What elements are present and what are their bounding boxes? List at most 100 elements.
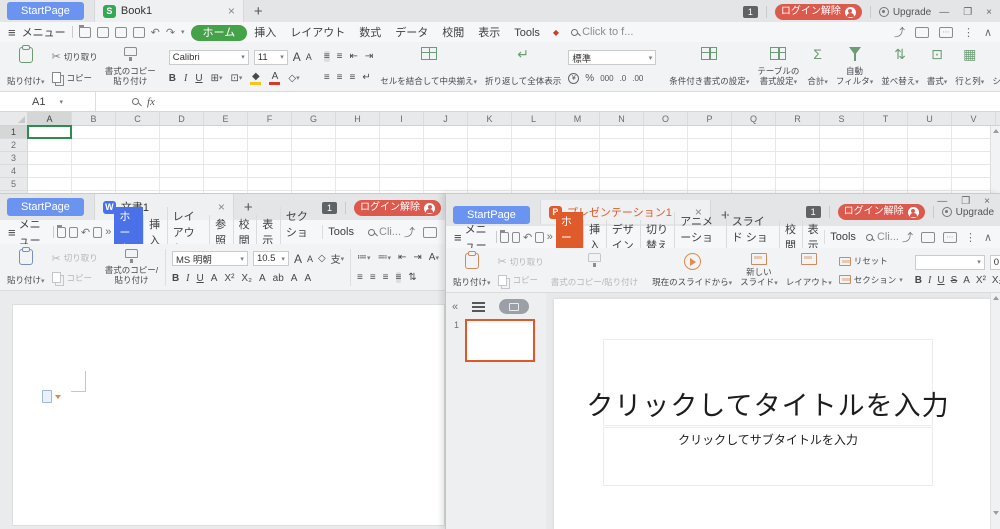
- shrink-font-button[interactable]: A: [306, 52, 312, 62]
- slide-scrollbar[interactable]: [990, 293, 1000, 529]
- tab-startpage[interactable]: StartPage: [7, 198, 84, 216]
- save-icon[interactable]: [97, 27, 109, 38]
- row-header[interactable]: 5: [0, 178, 27, 191]
- font-size-select[interactable]: 11▾: [254, 50, 288, 65]
- send-email-icon[interactable]: [921, 232, 935, 243]
- column-header[interactable]: S: [820, 112, 864, 125]
- align-right-button[interactable]: ≡: [383, 272, 389, 283]
- increase-indent-button[interactable]: ⇥: [365, 51, 373, 62]
- close-window-button[interactable]: ×: [986, 7, 992, 18]
- column-header[interactable]: J: [424, 112, 468, 125]
- print-icon[interactable]: [93, 227, 102, 238]
- comment-icon[interactable]: ⋯: [939, 27, 953, 38]
- row-header[interactable]: 2: [0, 139, 27, 152]
- copy-button[interactable]: コピー: [52, 272, 98, 284]
- open-file-icon[interactable]: [79, 27, 91, 38]
- column-header[interactable]: D: [160, 112, 204, 125]
- column-header[interactable]: F: [248, 112, 292, 125]
- cell-selection-a1[interactable]: [27, 125, 72, 139]
- format-letter-button[interactable]: S: [951, 275, 958, 286]
- format-letter-button[interactable]: X²: [224, 273, 234, 284]
- collapse-panel-icon[interactable]: «: [452, 301, 458, 313]
- font-size-select[interactable]: 10.5▾: [253, 251, 289, 266]
- slide-thumbnail[interactable]: [465, 319, 535, 362]
- history-dropdown-icon[interactable]: ▾: [181, 28, 185, 36]
- send-email-icon[interactable]: [423, 227, 437, 238]
- row-header[interactable]: 1: [0, 126, 27, 139]
- paste-button[interactable]: 貼り付け▾: [4, 45, 48, 89]
- upgrade-button[interactable]: Upgrade: [879, 7, 931, 18]
- send-email-icon[interactable]: [915, 27, 929, 38]
- new-tab-button[interactable]: +: [254, 3, 263, 20]
- sheet-button[interactable]: ▤ シート▾: [989, 45, 1000, 89]
- format-letter-button[interactable]: X₂: [992, 275, 1000, 286]
- logout-button[interactable]: ログイン解除: [354, 200, 441, 216]
- line-spacing-button[interactable]: ⇅: [408, 272, 416, 283]
- align-top-button[interactable]: ≡: [324, 51, 330, 62]
- autofilter-button[interactable]: 自動フィルタ▾: [833, 45, 876, 89]
- column-header[interactable]: T: [864, 112, 908, 125]
- logout-button[interactable]: ログイン解除: [775, 4, 862, 20]
- column-header[interactable]: Q: [732, 112, 776, 125]
- search-box[interactable]: Cli...: [368, 226, 401, 238]
- menu-tab[interactable]: レイアウト: [283, 26, 352, 40]
- font-name-select[interactable]: Calibri▾: [169, 50, 249, 65]
- decrease-decimal-button[interactable]: .0: [620, 74, 627, 83]
- format-painter-button[interactable]: 書式のコピー/貼り付け: [102, 247, 161, 288]
- format-letter-button[interactable]: U: [195, 73, 202, 84]
- wrap-text-button[interactable]: ↵ 折り返して全体表示: [482, 45, 564, 89]
- vertical-scrollbar[interactable]: [990, 126, 1000, 193]
- column-header[interactable]: V: [952, 112, 996, 125]
- scroll-down-icon[interactable]: [993, 511, 999, 515]
- menu-tab[interactable]: Tools: [507, 26, 547, 40]
- close-tab-icon[interactable]: ×: [210, 4, 235, 18]
- numbering-button[interactable]: ≕▾: [378, 252, 392, 263]
- font-color-button[interactable]: A: [269, 72, 280, 85]
- main-menu-label[interactable]: メニュー: [22, 24, 66, 40]
- format-letter-button[interactable]: A: [211, 273, 218, 284]
- column-header[interactable]: H: [336, 112, 380, 125]
- name-box[interactable]: A1 ▾: [0, 92, 96, 111]
- sort-button[interactable]: ⇅ 並べ替え▾: [878, 45, 922, 89]
- toolbar-overflow-icon[interactable]: »: [547, 231, 553, 243]
- format-button[interactable]: ⊡ 書式▾: [924, 45, 951, 89]
- decrease-indent-button[interactable]: ⇤: [350, 51, 358, 62]
- paste-options-widget[interactable]: [42, 390, 61, 403]
- cell-style-button[interactable]: ⊡▾: [231, 73, 243, 84]
- upgrade-button[interactable]: Upgrade: [942, 207, 994, 218]
- print-icon[interactable]: [535, 232, 544, 243]
- column-header[interactable]: K: [468, 112, 512, 125]
- toolbar-overflow-icon[interactable]: »: [105, 226, 111, 238]
- undo-icon[interactable]: ↶: [81, 226, 90, 239]
- format-letter-button[interactable]: A: [259, 273, 266, 284]
- outline-view-icon[interactable]: [472, 302, 485, 312]
- share-icon[interactable]: ⤴: [894, 24, 905, 40]
- column-header[interactable]: M: [556, 112, 600, 125]
- restore-button[interactable]: ❐: [963, 7, 972, 18]
- main-menu-icon[interactable]: ≡: [8, 25, 16, 40]
- align-middle-button[interactable]: ≡: [337, 51, 343, 62]
- format-letter-button[interactable]: B: [169, 73, 176, 84]
- restore-button[interactable]: ❐: [961, 196, 970, 207]
- column-header[interactable]: E: [204, 112, 248, 125]
- scroll-up-icon[interactable]: [993, 129, 999, 133]
- search-box[interactable]: Click to f...: [571, 26, 633, 38]
- format-letter-button[interactable]: A: [963, 275, 970, 286]
- save-icon[interactable]: [69, 227, 78, 238]
- format-letter-button[interactable]: X₂: [241, 273, 252, 284]
- currency-button[interactable]: ¥: [568, 73, 579, 84]
- justify-button[interactable]: ≡: [396, 272, 402, 283]
- align-right-button[interactable]: ≡: [350, 72, 356, 83]
- format-letter-button[interactable]: A: [291, 273, 298, 284]
- format-letter-button[interactable]: U: [197, 273, 204, 284]
- align-left-button[interactable]: ≡: [324, 72, 330, 83]
- save-icon[interactable]: [512, 232, 521, 243]
- tab-startpage[interactable]: StartPage: [7, 2, 84, 20]
- zoom-formula-icon[interactable]: [132, 98, 139, 105]
- orientation-button[interactable]: ↵: [362, 72, 370, 83]
- cut-button[interactable]: ✂ 切り取り: [52, 252, 98, 265]
- minimize-button[interactable]: —: [937, 196, 947, 207]
- section-button[interactable]: セクション▾: [839, 274, 903, 286]
- paste-button[interactable]: 貼り付け▾: [4, 247, 48, 288]
- collapse-ribbon-icon[interactable]: ∧: [984, 231, 992, 244]
